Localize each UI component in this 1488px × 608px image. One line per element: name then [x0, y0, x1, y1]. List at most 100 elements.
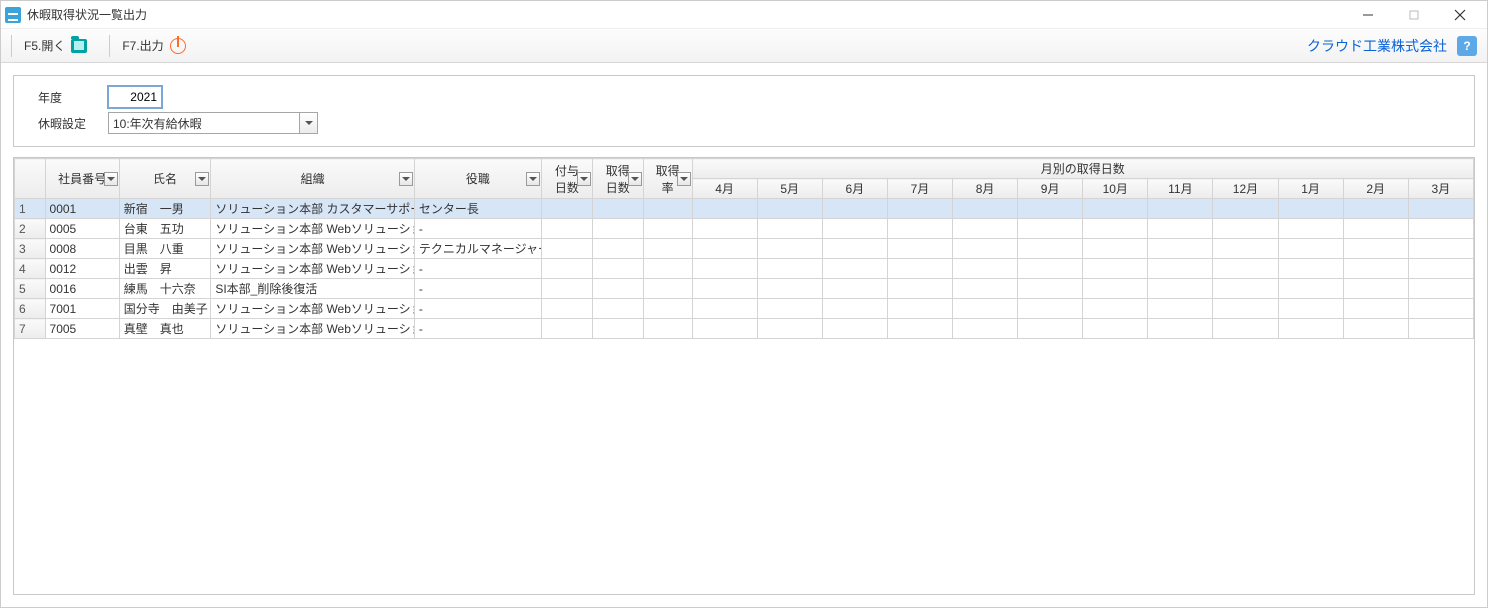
year-label: 年度: [38, 89, 108, 106]
rownum-cell: 3: [15, 239, 46, 259]
month-cell: [1018, 319, 1083, 339]
month-cell: [1278, 279, 1343, 299]
month-cell: [1083, 259, 1148, 279]
header-month[interactable]: 8月: [952, 179, 1017, 199]
rownum-cell: 2: [15, 219, 46, 239]
header-month[interactable]: 7月: [887, 179, 952, 199]
header-month[interactable]: 9月: [1018, 179, 1083, 199]
month-cell: [1408, 199, 1473, 219]
month-cell: [757, 279, 822, 299]
vacation-setting-select[interactable]: 10:年次有給休暇: [108, 112, 318, 134]
month-cell: [1213, 279, 1278, 299]
name-cell: 出雲 昇: [119, 259, 211, 279]
month-cell: [692, 259, 757, 279]
year-input[interactable]: [108, 86, 162, 108]
header-name[interactable]: 氏名: [119, 159, 211, 199]
header-month[interactable]: 2月: [1343, 179, 1408, 199]
minimize-button[interactable]: [1345, 1, 1391, 29]
header-position[interactable]: 役職: [414, 159, 541, 199]
month-cell: [1148, 239, 1213, 259]
app-icon: [5, 7, 21, 23]
rate-cell: [643, 299, 692, 319]
header-empno[interactable]: 社員番号: [45, 159, 119, 199]
month-cell: [1278, 319, 1343, 339]
filter-icon[interactable]: [104, 172, 118, 186]
maximize-button[interactable]: [1391, 1, 1437, 29]
table-row[interactable]: 20005台東 五功ソリューション本部 Webソリューション部-: [15, 219, 1474, 239]
month-cell: [1408, 259, 1473, 279]
month-cell: [1083, 299, 1148, 319]
table-row[interactable]: 10001新宿 一男ソリューション本部 カスタマーサポートセセンター長: [15, 199, 1474, 219]
month-cell: [1343, 299, 1408, 319]
month-cell: [692, 219, 757, 239]
header-month[interactable]: 12月: [1213, 179, 1278, 199]
rownum-cell: 6: [15, 299, 46, 319]
filter-icon[interactable]: [195, 172, 209, 186]
header-taken[interactable]: 取得 日数: [592, 159, 643, 199]
empno-cell: 0001: [45, 199, 119, 219]
name-cell: 台東 五功: [119, 219, 211, 239]
month-cell: [887, 299, 952, 319]
month-cell: [952, 239, 1017, 259]
data-grid[interactable]: 社員番号 氏名 組織 役職: [13, 157, 1475, 595]
name-cell: 目黒 八重: [119, 239, 211, 259]
open-button[interactable]: F5.開く: [16, 33, 95, 59]
table-row[interactable]: 40012出雲 昇ソリューション本部 Webソリューション部-: [15, 259, 1474, 279]
close-button[interactable]: [1437, 1, 1483, 29]
header-monthly-group: 月別の取得日数: [692, 159, 1473, 179]
header-month[interactable]: 6月: [822, 179, 887, 199]
output-button[interactable]: F7.出力: [114, 33, 193, 59]
filter-panel: 年度 休暇設定 10:年次有給休暇: [13, 75, 1475, 147]
filter-icon[interactable]: [399, 172, 413, 186]
month-cell: [1018, 259, 1083, 279]
window-title: 休暇取得状況一覧出力: [27, 6, 147, 23]
month-cell: [692, 199, 757, 219]
header-month[interactable]: 1月: [1278, 179, 1343, 199]
grid-header: 社員番号 氏名 組織 役職: [15, 159, 1474, 199]
header-month[interactable]: 11月: [1148, 179, 1213, 199]
table-row[interactable]: 67001国分寺 由美子ソリューション本部 Webソリューション部-: [15, 299, 1474, 319]
header-rate[interactable]: 取得 率: [643, 159, 692, 199]
month-cell: [1083, 279, 1148, 299]
month-cell: [1343, 199, 1408, 219]
header-month[interactable]: 10月: [1083, 179, 1148, 199]
filter-icon[interactable]: [526, 172, 540, 186]
month-cell: [1083, 239, 1148, 259]
position-cell: -: [414, 219, 541, 239]
month-cell: [1343, 219, 1408, 239]
filter-icon[interactable]: [628, 172, 642, 186]
help-button[interactable]: ?: [1457, 36, 1477, 56]
granted-cell: [542, 239, 593, 259]
header-granted[interactable]: 付与 日数: [542, 159, 593, 199]
month-cell: [887, 239, 952, 259]
setting-label: 休暇設定: [38, 115, 108, 132]
empno-cell: 7001: [45, 299, 119, 319]
month-cell: [1278, 199, 1343, 219]
month-cell: [1213, 239, 1278, 259]
month-cell: [822, 279, 887, 299]
taken-cell: [592, 279, 643, 299]
month-cell: [1343, 319, 1408, 339]
granted-cell: [542, 199, 593, 219]
output-label: F7.出力: [122, 37, 163, 54]
empno-cell: 0016: [45, 279, 119, 299]
rate-cell: [643, 279, 692, 299]
header-month[interactable]: 5月: [757, 179, 822, 199]
header-month[interactable]: 4月: [692, 179, 757, 199]
table-row[interactable]: 50016練馬 十六奈SI本部_削除後復活-: [15, 279, 1474, 299]
month-cell: [1018, 199, 1083, 219]
granted-cell: [542, 259, 593, 279]
filter-icon[interactable]: [577, 172, 591, 186]
table-row[interactable]: 30008目黒 八重ソリューション本部 Webソリューション部テクニカルマネージ…: [15, 239, 1474, 259]
folder-open-icon: [71, 39, 87, 53]
empno-cell: 0008: [45, 239, 119, 259]
header-month[interactable]: 3月: [1408, 179, 1473, 199]
month-cell: [757, 259, 822, 279]
month-cell: [1408, 319, 1473, 339]
filter-icon[interactable]: [677, 172, 691, 186]
month-cell: [1148, 279, 1213, 299]
header-org[interactable]: 組織: [211, 159, 414, 199]
month-cell: [952, 319, 1017, 339]
table-row[interactable]: 77005真壁 真也ソリューション本部 Webソリューション部-: [15, 319, 1474, 339]
month-cell: [1018, 239, 1083, 259]
